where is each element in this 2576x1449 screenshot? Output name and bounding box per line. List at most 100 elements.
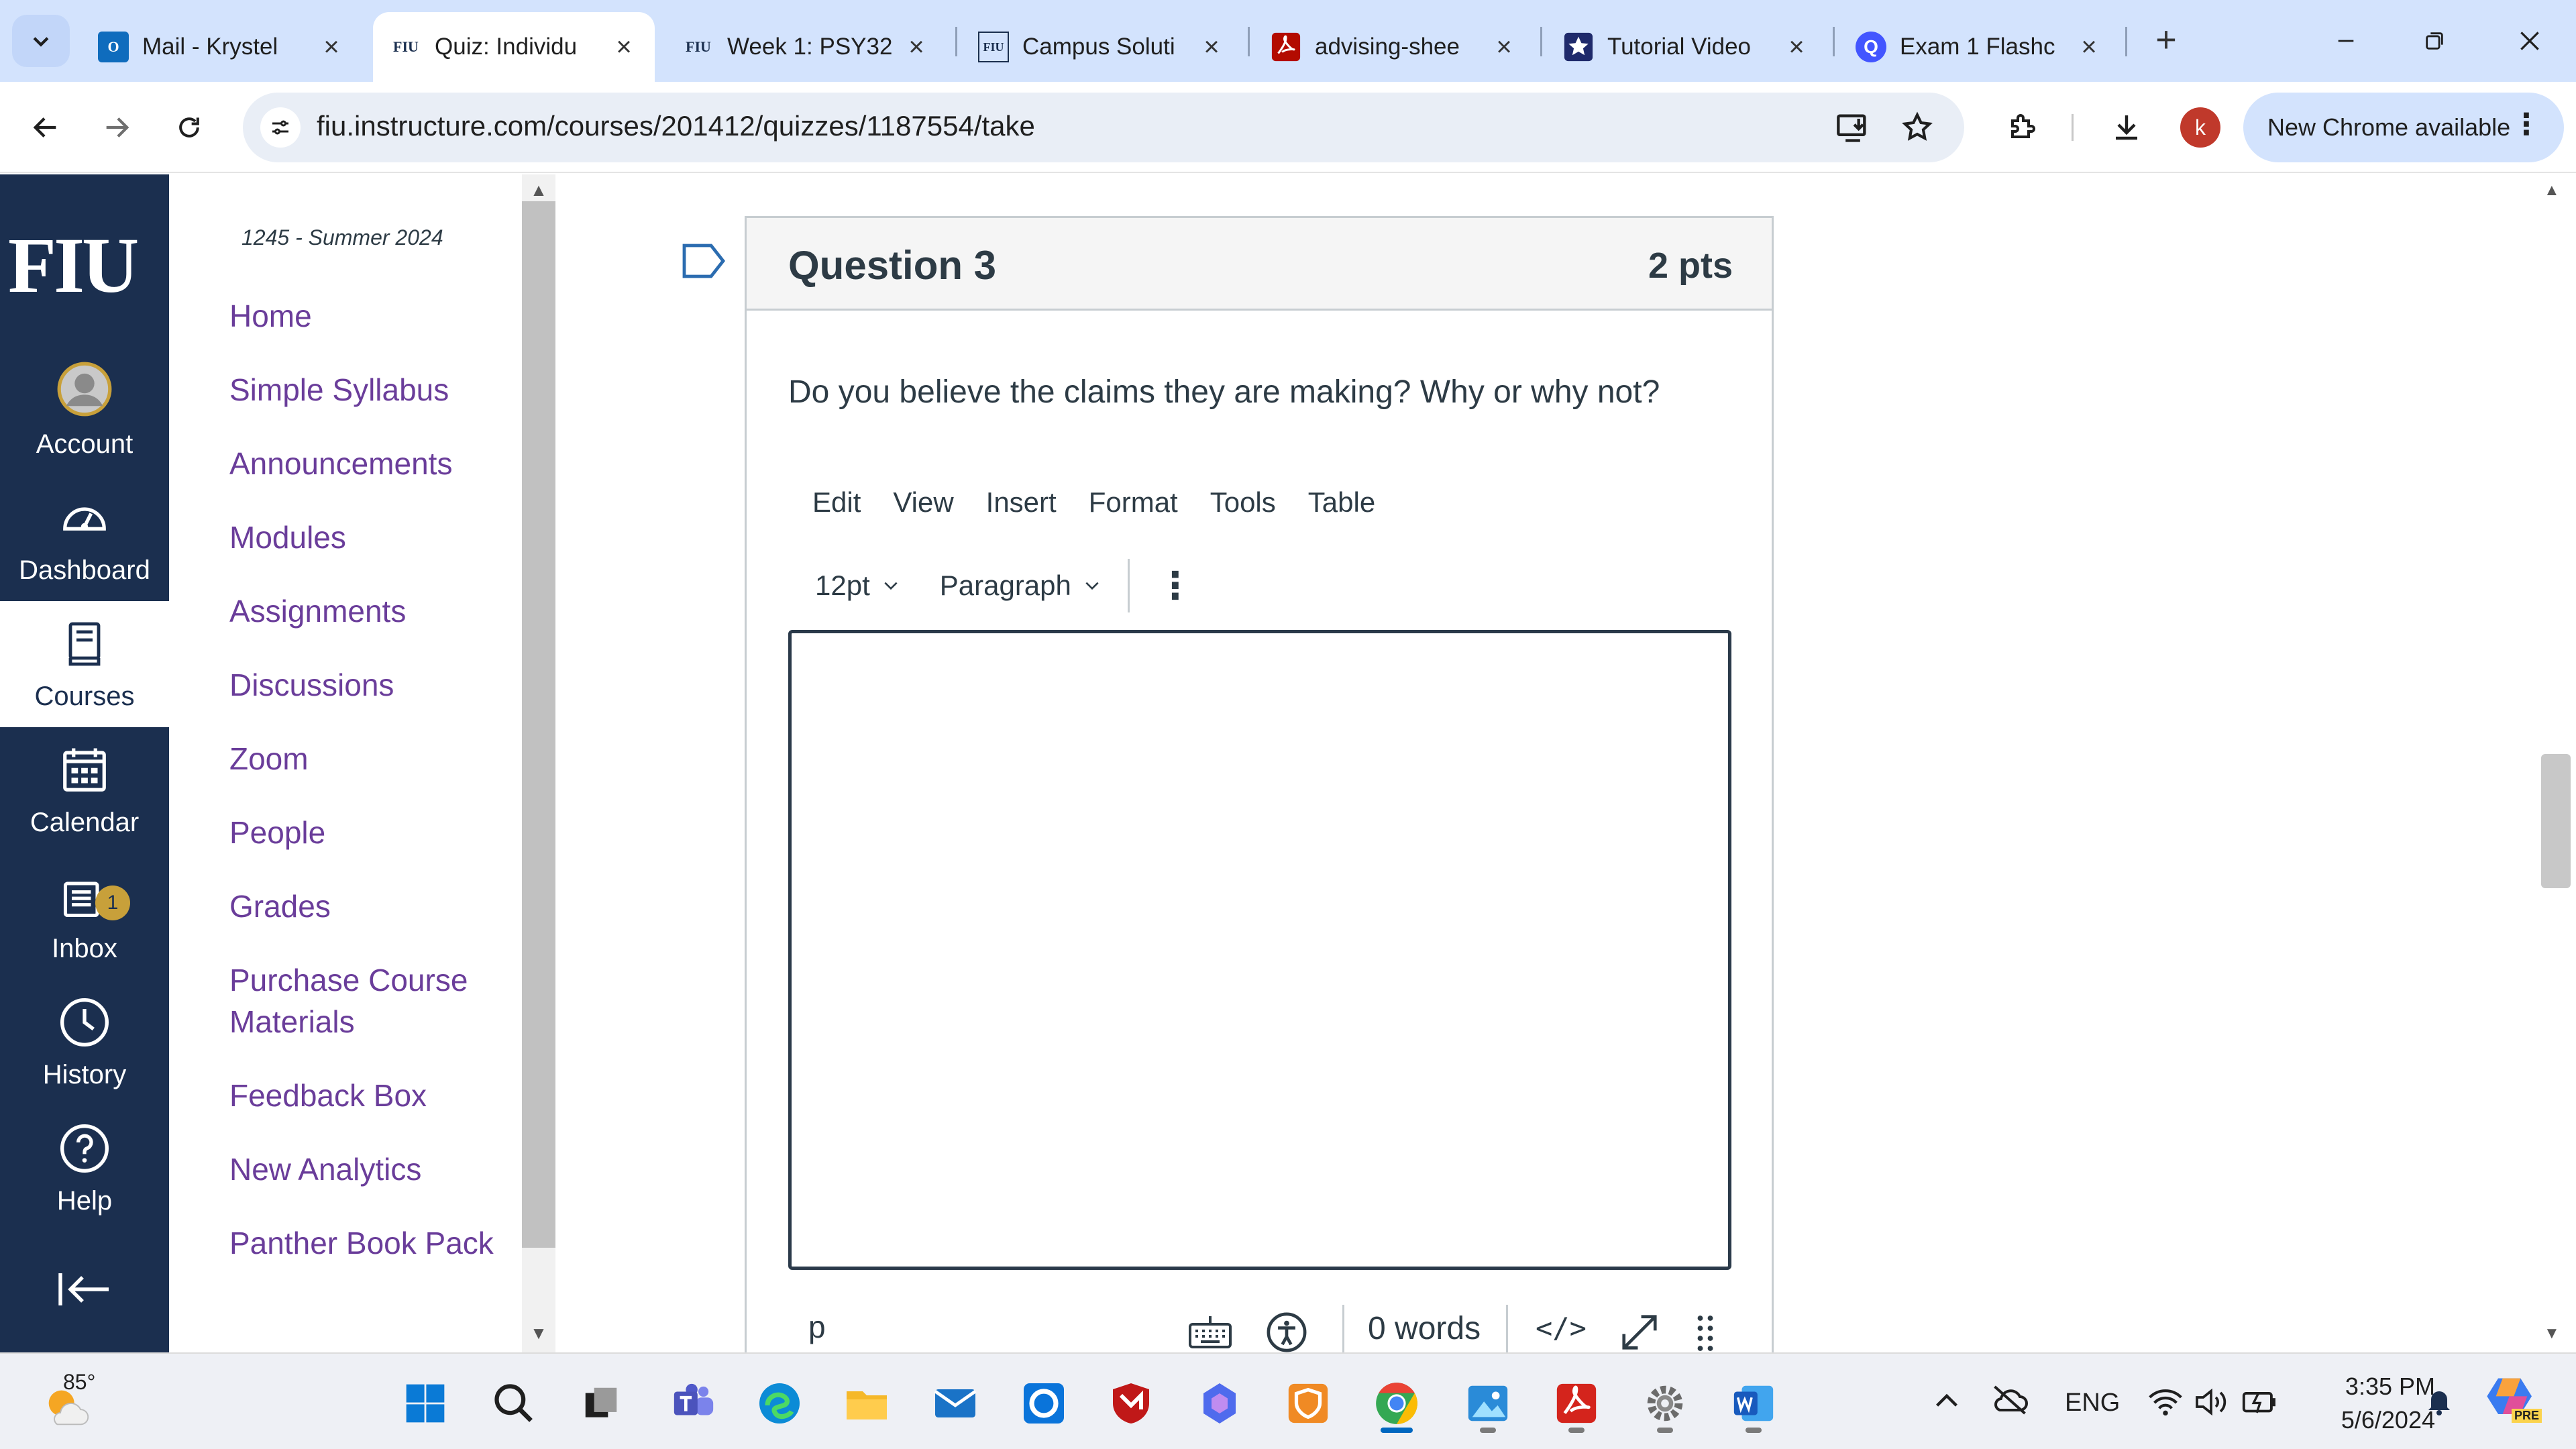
- course-link-home[interactable]: Home: [229, 295, 312, 337]
- more-vert-icon[interactable]: ⋮: [2512, 107, 2541, 142]
- extensions-button[interactable]: [1996, 102, 2047, 153]
- close-icon[interactable]: ×: [903, 32, 930, 62]
- word-app[interactable]: [1720, 1370, 1787, 1437]
- edge-app[interactable]: [746, 1370, 813, 1437]
- course-link-new-analytics[interactable]: New Analytics: [229, 1148, 421, 1190]
- tab-week1[interactable]: FIU Week 1: PSY32 ×: [665, 12, 947, 82]
- page-scroll-thumb[interactable]: [2541, 754, 2571, 888]
- page-scroll-down-icon[interactable]: ▼: [2544, 1324, 2560, 1343]
- file-explorer-app[interactable]: [833, 1370, 900, 1437]
- course-link-zoom[interactable]: Zoom: [229, 738, 309, 780]
- tab-mail[interactable]: O Mail - Krystel ×: [80, 12, 362, 82]
- chrome-app[interactable]: [1363, 1370, 1430, 1437]
- global-nav-courses[interactable]: Courses: [0, 601, 169, 727]
- mcafee-app[interactable]: [1097, 1370, 1165, 1437]
- address-bar[interactable]: fiu.instructure.com/courses/201412/quizz…: [243, 93, 1964, 162]
- menu-format[interactable]: Format: [1089, 486, 1178, 527]
- course-link-announcements[interactable]: Announcements: [229, 443, 452, 484]
- onedrive-status[interactable]: [1990, 1383, 2030, 1420]
- global-nav-help[interactable]: Help: [0, 1106, 169, 1232]
- task-view-button[interactable]: [568, 1370, 635, 1437]
- course-link-grades[interactable]: Grades: [229, 885, 331, 927]
- keyboard-shortcuts-icon[interactable]: [1187, 1309, 1234, 1356]
- install-app-button[interactable]: [1833, 107, 1873, 148]
- chrome-update-button[interactable]: New Chrome available ⋮: [2243, 93, 2564, 162]
- collapse-nav-button[interactable]: [56, 1261, 113, 1318]
- menu-insert[interactable]: Insert: [986, 486, 1057, 527]
- font-size-dropdown[interactable]: 12pt: [815, 570, 900, 602]
- close-window-button[interactable]: [2500, 16, 2560, 66]
- minimize-button[interactable]: [2316, 16, 2376, 66]
- more-toolbar-icon[interactable]: ⋮: [1157, 564, 1194, 608]
- course-nav-scroll-thumb[interactable]: [522, 201, 555, 1248]
- html-editor-toggle[interactable]: </>: [1536, 1311, 1587, 1344]
- menu-edit[interactable]: Edit: [812, 486, 861, 527]
- input-language[interactable]: ENG: [2065, 1389, 2120, 1417]
- course-link-assignments[interactable]: Assignments: [229, 590, 406, 632]
- site-info-icon[interactable]: [260, 107, 301, 148]
- word-count[interactable]: 0 words: [1368, 1310, 1481, 1347]
- close-icon[interactable]: ×: [1198, 32, 1225, 62]
- course-link-panther-book-pack[interactable]: Panther Book Pack: [229, 1222, 494, 1264]
- weather-widget[interactable]: 85°: [40, 1368, 114, 1436]
- wifi-status[interactable]: [2147, 1386, 2184, 1421]
- course-link-discussions[interactable]: Discussions: [229, 664, 394, 706]
- downloads-button[interactable]: [2101, 102, 2152, 153]
- tray-overflow-button[interactable]: [1932, 1389, 1962, 1416]
- forward-button[interactable]: [91, 102, 142, 153]
- photos-app[interactable]: [1454, 1370, 1521, 1437]
- volume-status[interactable]: [2192, 1386, 2230, 1421]
- course-link-simple-syllabus[interactable]: Simple Syllabus: [229, 369, 449, 411]
- bookmark-button[interactable]: [1897, 107, 1937, 148]
- global-nav-history[interactable]: History: [0, 979, 169, 1106]
- scroll-down-arrow-icon[interactable]: ▼: [527, 1323, 550, 1346]
- profile-avatar[interactable]: k: [2180, 107, 2220, 148]
- answer-editor[interactable]: [788, 630, 1731, 1270]
- back-button[interactable]: [20, 102, 71, 153]
- element-path[interactable]: p: [808, 1309, 826, 1345]
- menu-view[interactable]: View: [893, 486, 953, 527]
- course-link-purchase-materials[interactable]: Purchase Course Materials: [229, 959, 511, 1042]
- copilot-app[interactable]: [1186, 1370, 1253, 1437]
- menu-table[interactable]: Table: [1308, 486, 1375, 527]
- menu-tools[interactable]: Tools: [1210, 486, 1276, 527]
- security-app[interactable]: [1275, 1370, 1342, 1437]
- reload-button[interactable]: [164, 102, 215, 153]
- course-link-feedback-box[interactable]: Feedback Box: [229, 1075, 427, 1116]
- teams-app[interactable]: [660, 1370, 727, 1437]
- close-icon[interactable]: ×: [318, 32, 345, 62]
- global-nav-inbox[interactable]: 1 Inbox: [0, 853, 169, 979]
- page-scroll-up-icon[interactable]: ▲: [2544, 181, 2560, 200]
- close-icon[interactable]: ×: [1491, 32, 1517, 62]
- acrobat-app[interactable]: [1543, 1370, 1610, 1437]
- fullscreen-icon[interactable]: [1616, 1309, 1663, 1356]
- resize-handle-icon[interactable]: [1682, 1309, 1729, 1356]
- tab-campus[interactable]: FIU Campus Soluti ×: [961, 12, 1242, 82]
- close-icon[interactable]: ×: [2076, 32, 2102, 62]
- restore-button[interactable]: [2404, 16, 2465, 66]
- course-link-modules[interactable]: Modules: [229, 517, 346, 558]
- global-nav-account[interactable]: Account: [0, 349, 169, 475]
- settings-app[interactable]: [1631, 1370, 1699, 1437]
- global-nav-dashboard[interactable]: Dashboard: [0, 475, 169, 601]
- start-button[interactable]: [392, 1370, 459, 1437]
- tab-advising[interactable]: advising-shee ×: [1253, 12, 1535, 82]
- close-icon[interactable]: ×: [1783, 32, 1810, 62]
- close-icon[interactable]: ×: [610, 32, 637, 62]
- url-text[interactable]: fiu.instructure.com/courses/201412/quizz…: [317, 110, 1035, 142]
- mail-app[interactable]: [922, 1370, 989, 1437]
- system-clock[interactable]: 3:35 PM 5/6/2024: [2294, 1370, 2435, 1437]
- fiu-logo[interactable]: FIU: [8, 220, 139, 311]
- battery-status[interactable]: [2241, 1385, 2279, 1421]
- tab-tutorial[interactable]: Tutorial Video ×: [1546, 12, 1827, 82]
- tab-flashcards[interactable]: Q Exam 1 Flashc ×: [1838, 12, 2120, 82]
- notifications-button[interactable]: [2423, 1383, 2455, 1421]
- copilot-preview-button[interactable]: PRE: [2485, 1374, 2542, 1428]
- cortana-app[interactable]: [1010, 1370, 1077, 1437]
- block-format-dropdown[interactable]: Paragraph: [940, 570, 1101, 602]
- flag-question-icon[interactable]: [682, 243, 726, 279]
- accessibility-checker-icon[interactable]: [1263, 1309, 1310, 1356]
- course-link-people[interactable]: People: [229, 812, 325, 853]
- tab-quiz[interactable]: FIU Quiz: Individu ×: [373, 12, 655, 82]
- global-nav-calendar[interactable]: Calendar: [0, 727, 169, 853]
